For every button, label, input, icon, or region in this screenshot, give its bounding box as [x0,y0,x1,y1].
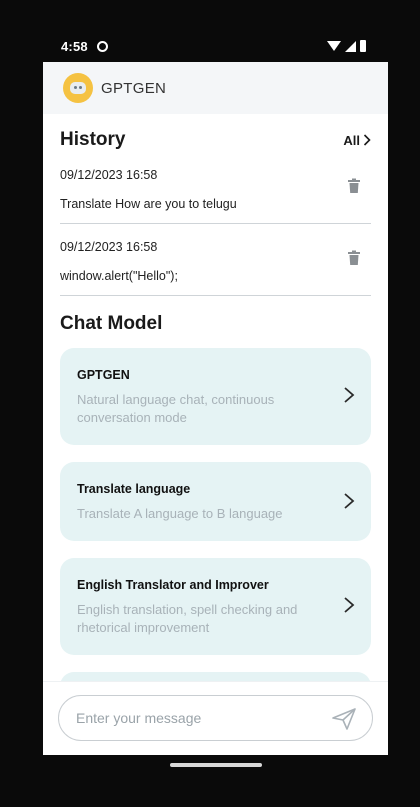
status-time: 4:58 [61,38,88,54]
history-item[interactable]: 09/12/2023 16:58 window.alert("Hello"); [60,224,371,296]
chevron-right-icon [344,387,355,403]
model-card-translate-language[interactable]: Translate language Translate A language … [60,462,371,541]
home-indicator[interactable] [170,763,262,767]
signal-icon [345,40,356,52]
model-card-description: English translation, spell checking and … [77,602,298,635]
send-icon[interactable] [332,708,356,730]
wifi-icon [327,41,341,51]
history-item[interactable]: 09/12/2023 16:58 Translate How are you t… [60,152,371,224]
history-item-date: 09/12/2023 16:58 [60,240,158,254]
model-card-english-translator[interactable]: English Translator and Improver English … [60,558,371,655]
model-card-description: Natural language chat, continuous conver… [77,392,275,425]
status-icons [327,40,366,52]
history-all-link[interactable]: All [343,133,371,148]
app-logo-icon [63,73,93,103]
chat-model-title: Chat Model [60,313,163,334]
message-input[interactable] [76,710,316,726]
model-card-name: GPTGEN [77,368,130,382]
model-card-description: Translate A language to B language [77,506,283,521]
app-bar: GPTGEN [43,62,388,114]
battery-icon [360,40,366,52]
chevron-right-icon [363,134,371,146]
history-header: History All [60,128,371,152]
history-all-label: All [343,132,360,148]
chevron-right-icon [344,597,355,613]
message-composer [43,681,388,755]
history-item-date: 09/12/2023 16:58 [60,168,158,182]
model-card-name: English Translator and Improver [77,578,269,592]
notification-icon [96,40,108,52]
model-card-gptgen[interactable]: GPTGEN Natural language chat, continuous… [60,348,371,445]
trash-icon[interactable] [347,178,361,194]
model-card-name: Translate language [77,482,191,496]
history-item-text: Translate How are you to telugu [60,197,237,211]
history-title: History [60,129,126,150]
status-bar: 4:58 [43,32,388,60]
main-content: History All 09/12/2023 16:58 Translate H… [43,128,388,712]
trash-icon[interactable] [347,250,361,266]
app-screen: GPTGEN History All 09/12/2023 16:58 Tran… [43,62,388,755]
history-item-text: window.alert("Hello"); [60,269,178,283]
message-input-wrapper [58,695,373,741]
chevron-right-icon [344,493,355,509]
app-title: GPTGEN [101,79,167,97]
